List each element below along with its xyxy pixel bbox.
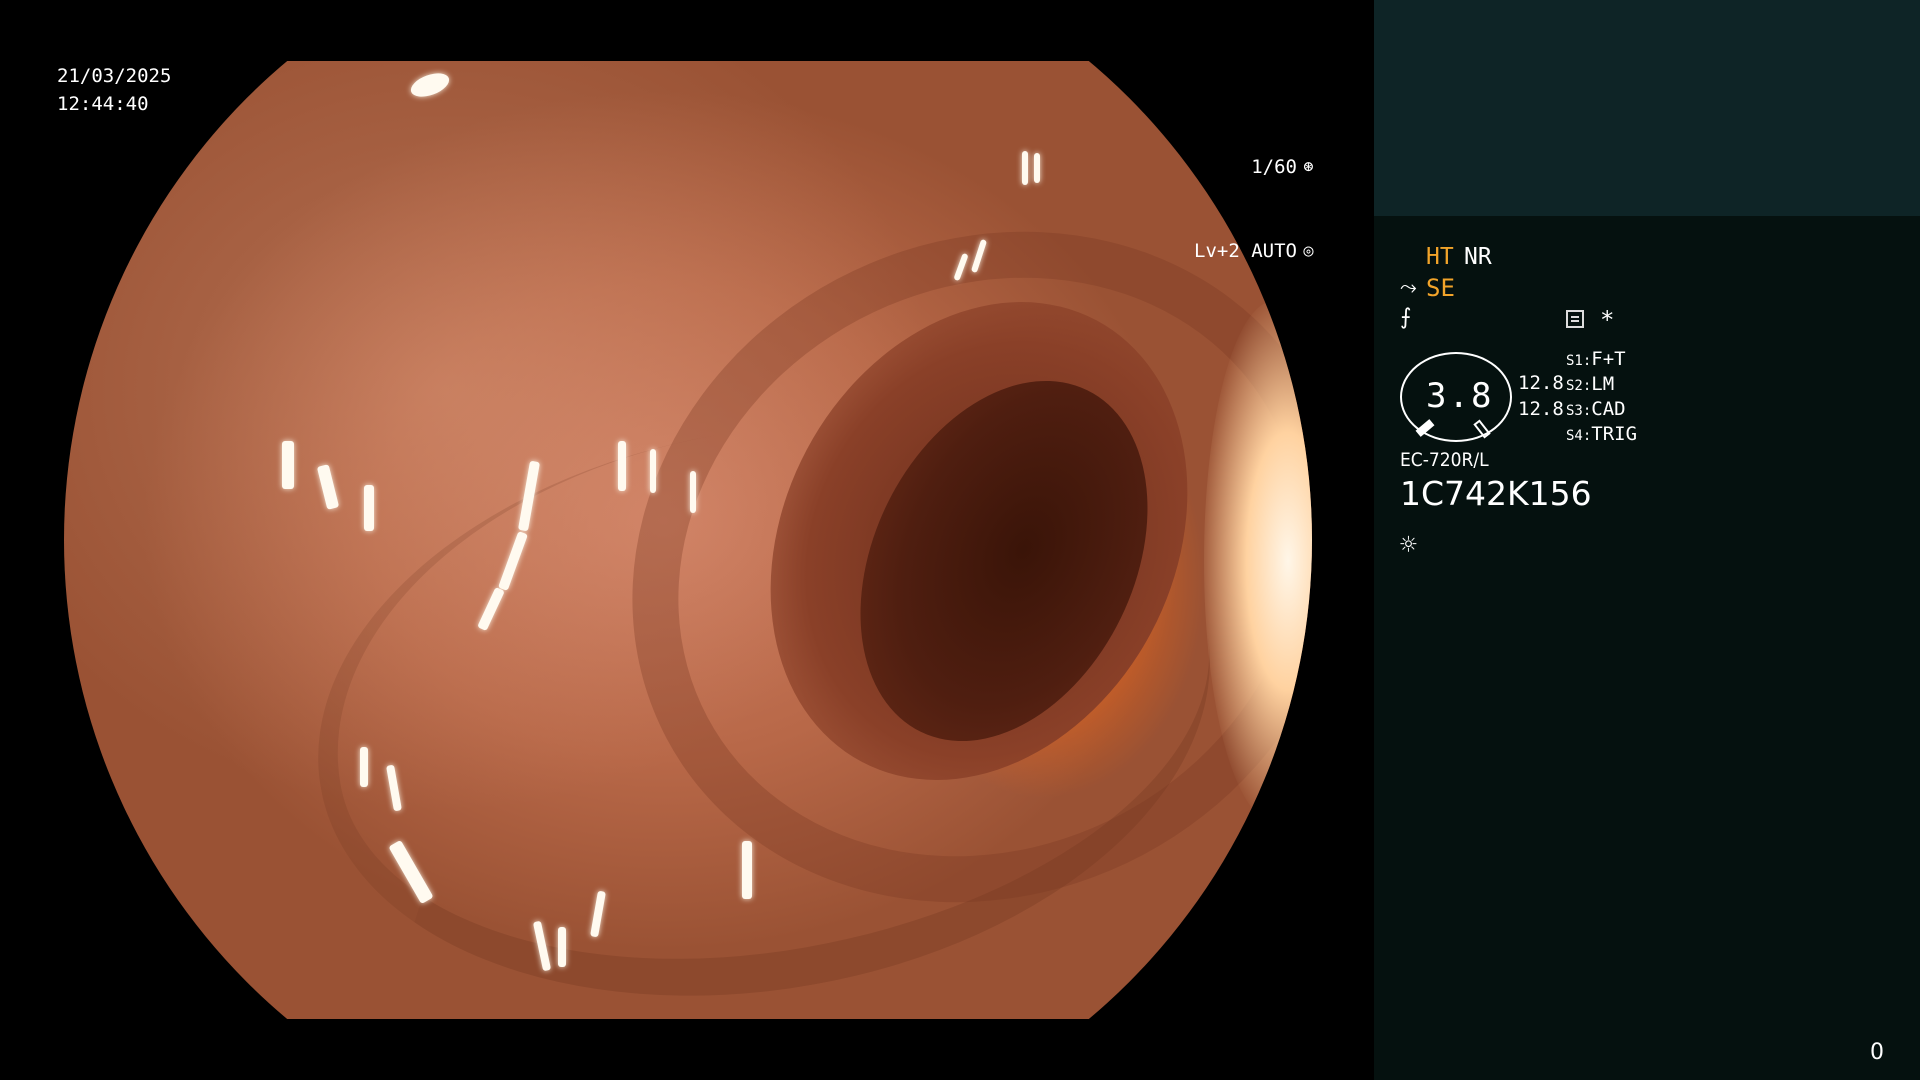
- aperture-icon: ⊛: [1303, 157, 1314, 177]
- glare-spot: [1022, 151, 1028, 185]
- glare-spot: [618, 441, 626, 491]
- glare-spot: [558, 927, 566, 967]
- scope-serial: 1C742K156: [1400, 474, 1592, 513]
- date-text: 21/03/2025: [57, 65, 172, 87]
- glare-spot: [742, 841, 752, 899]
- info-panel: HT NR ⤳ SE ⨍ * 3.8 12.8 12.8 S1:F+T S2:L…: [1374, 0, 1920, 1080]
- gauge-readout-bottom: 12.8: [1518, 398, 1564, 420]
- nr-mode: NR: [1464, 244, 1492, 270]
- switch-key: S2:: [1566, 378, 1592, 394]
- endoscopy-display: 21/03/2025 12:44:40 1/60 ⊛ Lv+2 AUTO ◎ HT…: [0, 0, 1920, 1080]
- glare-spot: [1034, 153, 1040, 183]
- switch-3: S3:CAD: [1566, 398, 1626, 420]
- image-counter: 0: [1870, 1040, 1884, 1065]
- level-row: Lv+2 AUTO ◎: [1194, 237, 1318, 265]
- switch-key: S3:: [1566, 403, 1592, 419]
- scope-tip-icon: ⤳: [1400, 275, 1417, 299]
- glare-spot: [650, 449, 656, 493]
- brightness-level: Lv+2 AUTO: [1194, 240, 1297, 262]
- thumbnail-area: [1374, 0, 1920, 216]
- shutter-speed: 1/60: [1251, 156, 1297, 178]
- glare-spot: [364, 485, 374, 531]
- exposure-readout: 1/60 ⊛ Lv+2 AUTO ◎: [1194, 97, 1318, 321]
- glare-spot: [360, 747, 368, 787]
- se-mode: SE: [1426, 274, 1455, 302]
- date-time-readout: 21/03/2025 12:44:40: [57, 62, 171, 118]
- scope-model: EC-720R/L: [1400, 449, 1489, 471]
- switch-label: LM: [1591, 373, 1615, 395]
- ht-mode: HT: [1426, 244, 1454, 270]
- switch-label: TRIG: [1591, 423, 1638, 445]
- switch-2: S2:LM: [1566, 373, 1614, 395]
- slashed-f-icon: ⨍: [1400, 305, 1412, 330]
- endoscope-view: 21/03/2025 12:44:40 1/60 ⊛ Lv+2 AUTO ◎: [0, 0, 1374, 1080]
- memo-icon: [1566, 310, 1584, 328]
- switch-key: S1:: [1566, 353, 1592, 369]
- iris-icon: ◎: [1303, 241, 1314, 261]
- gauge-readout-top: 12.8: [1518, 372, 1564, 394]
- time-text: 12:44:40: [57, 93, 149, 115]
- switch-4: S4:TRIG: [1566, 423, 1637, 445]
- switch-1: S1:F+T: [1566, 348, 1626, 370]
- glare-spot: [690, 471, 696, 513]
- shutter-row: 1/60 ⊛: [1194, 153, 1318, 181]
- glare-spot: [282, 441, 294, 489]
- asterisk-marker: *: [1600, 306, 1615, 334]
- switch-label: CAD: [1591, 398, 1626, 420]
- switch-label: F+T: [1591, 348, 1626, 370]
- sun-icon: ☼: [1400, 528, 1417, 561]
- endoscopic-image: [64, 61, 1312, 1019]
- gauge-value: 3.8: [1426, 376, 1494, 416]
- switch-key: S4:: [1566, 428, 1592, 444]
